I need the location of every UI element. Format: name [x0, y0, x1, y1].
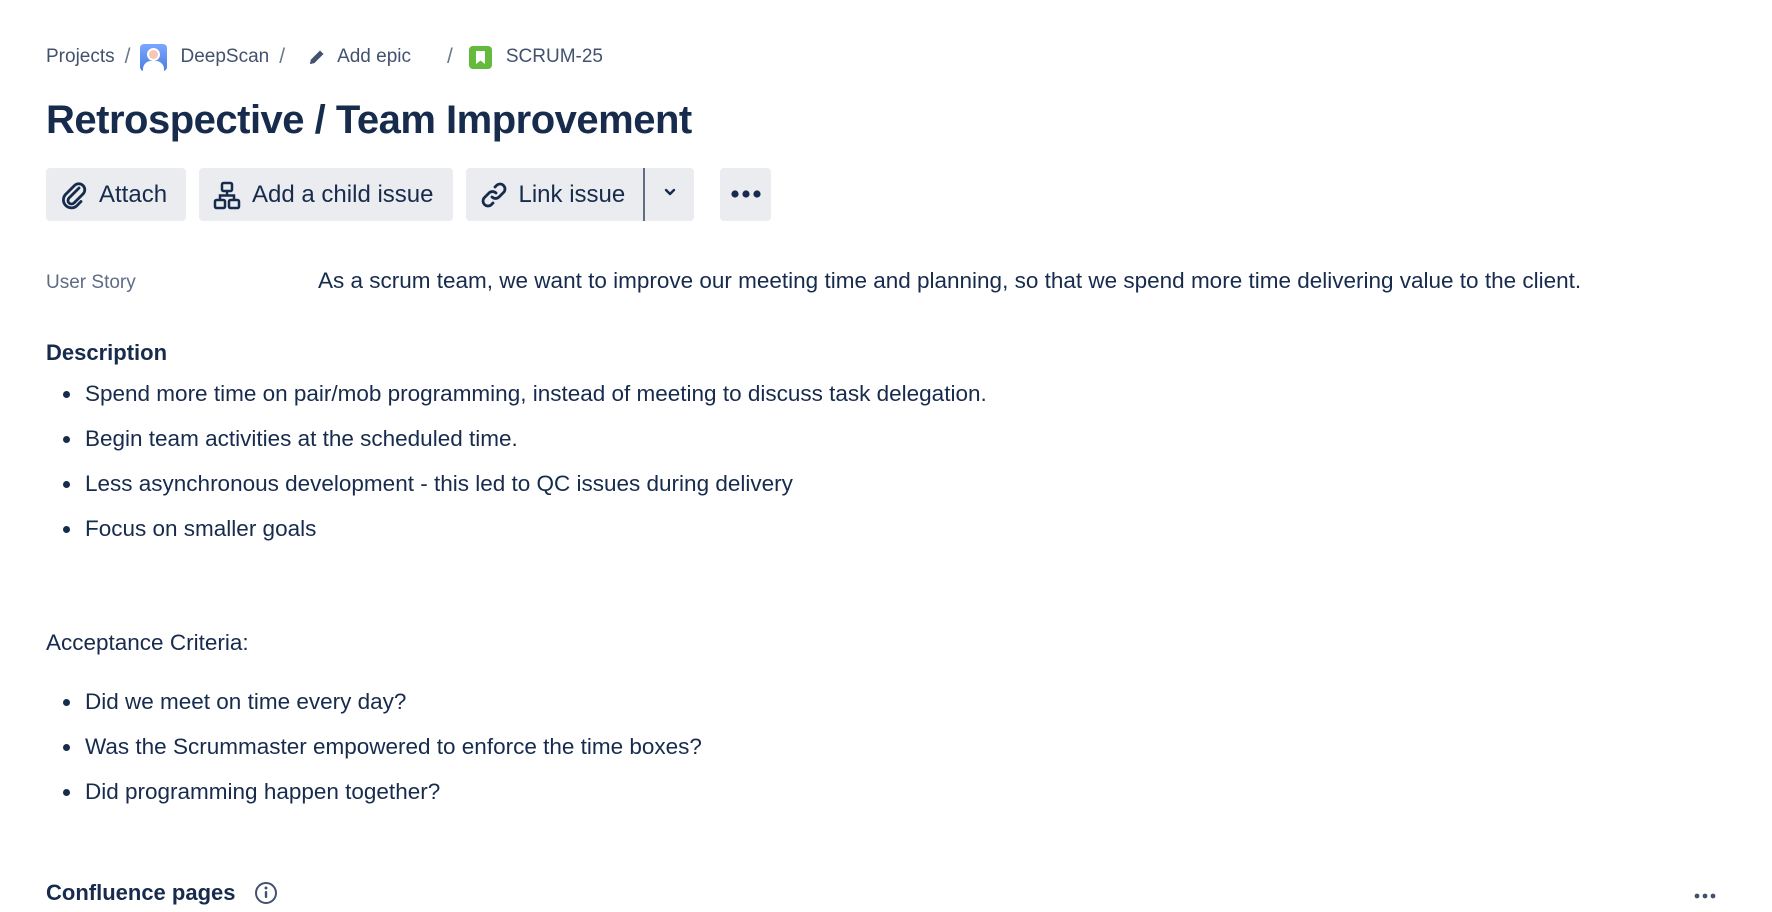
more-actions-button[interactable]: [720, 168, 772, 221]
link-issue-button[interactable]: Link issue: [465, 168, 644, 221]
pencil-icon: [307, 47, 327, 67]
link-icon: [478, 179, 510, 211]
breadcrumb-issue[interactable]: SCRUM-25: [468, 45, 603, 69]
list-item: Spend more time on pair/mob programming,…: [46, 380, 987, 425]
breadcrumb: Projects / DeepScan / Add epic / SCRUM-2…: [46, 42, 603, 72]
chevron-down-icon: [662, 184, 678, 205]
description-list[interactable]: Spend more time on pair/mob programming,…: [46, 380, 987, 560]
breadcrumb-separator: /: [124, 45, 131, 68]
project-avatar: [140, 43, 168, 71]
more-icon: [1694, 886, 1716, 904]
breadcrumb-project-label: DeepScan: [180, 46, 270, 67]
list-item: Focus on smaller goals: [46, 515, 987, 560]
paperclip-icon: [58, 179, 90, 211]
acceptance-criteria-label: Acceptance Criteria:: [46, 630, 249, 655]
user-story-value[interactable]: As a scrum team, we want to improve our …: [318, 268, 1581, 294]
breadcrumb-separator: /: [447, 45, 453, 68]
issue-toolbar: Attach Add a child issue Link issue: [46, 168, 772, 221]
info-icon[interactable]: [254, 881, 278, 905]
hierarchy-icon: [211, 179, 243, 211]
story-icon: [468, 45, 492, 69]
list-item: Less asynchronous development - this led…: [46, 470, 987, 515]
list-item: Was the Scrummaster empowered to enforce…: [46, 733, 702, 778]
link-issue-dropdown-button[interactable]: [643, 168, 695, 221]
attach-button[interactable]: Attach: [46, 168, 187, 221]
breadcrumb-separator: /: [279, 45, 286, 68]
user-story-label: User Story: [46, 272, 136, 293]
add-child-issue-label: Add a child issue: [252, 180, 434, 208]
more-icon: [730, 186, 762, 204]
description-heading: Description: [46, 340, 168, 365]
list-item: Did programming happen together?: [46, 778, 702, 823]
confluence-heading: Confluence pages: [46, 880, 236, 905]
add-epic-button[interactable]: Add epic: [307, 46, 411, 68]
list-item: Did we meet on time every day?: [46, 688, 702, 733]
add-epic-label: Add epic: [337, 46, 412, 67]
link-issue-split-button: Link issue: [465, 168, 695, 221]
attach-label: Attach: [99, 180, 168, 208]
list-item: Begin team activities at the scheduled t…: [46, 425, 987, 470]
breadcrumb-project[interactable]: DeepScan: [140, 43, 270, 71]
add-child-issue-button[interactable]: Add a child issue: [199, 168, 453, 221]
issue-view: Projects / DeepScan / Add epic / SCRUM-2…: [0, 0, 1772, 912]
breadcrumb-projects[interactable]: Projects: [46, 46, 115, 68]
issue-title[interactable]: Retrospective / Team Improvement: [46, 96, 692, 144]
link-issue-label: Link issue: [518, 180, 626, 208]
acceptance-criteria-list[interactable]: Did we meet on time every day? Was the S…: [46, 688, 702, 823]
confluence-more-button[interactable]: [1690, 885, 1720, 905]
confluence-section-header: Confluence pages: [46, 880, 278, 906]
issue-key: SCRUM-25: [505, 46, 603, 67]
